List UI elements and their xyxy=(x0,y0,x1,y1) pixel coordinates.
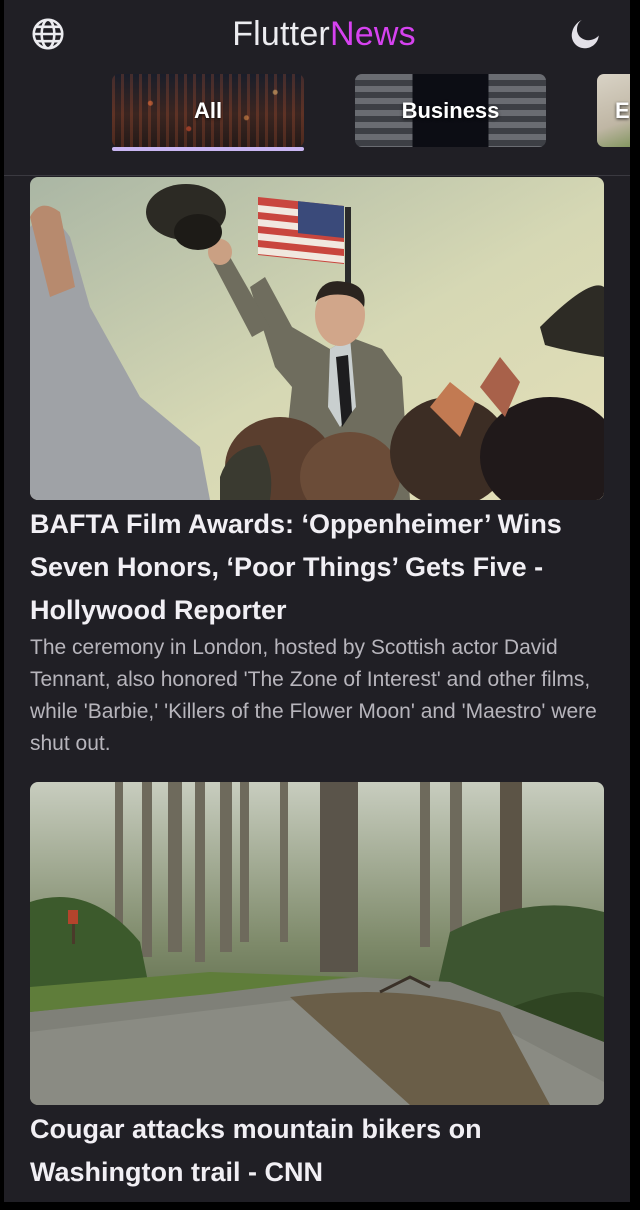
category-tab-all[interactable]: All xyxy=(112,74,304,147)
app-title-part1: Flutter xyxy=(232,15,330,53)
app-bar: FlutterNews xyxy=(4,0,630,68)
category-tab-entertainment[interactable]: E xyxy=(597,74,630,147)
theme-toggle-button[interactable] xyxy=(566,14,606,54)
category-tabs: All Business E xyxy=(4,74,630,154)
news-card[interactable]: BAFTA Film Awards: ‘Oppenheimer’ Wins Se… xyxy=(30,177,604,760)
article-headline[interactable]: Cougar attacks mountain bikers on Washin… xyxy=(30,1108,604,1194)
selected-tab-indicator xyxy=(112,147,304,151)
app-screen: FlutterNews All Business E BAFTA Film Aw… xyxy=(4,0,630,1202)
category-tab-label: E xyxy=(615,97,630,123)
article-summary: The ceremony in London, hosted by Scotti… xyxy=(30,636,597,755)
header-divider xyxy=(4,175,630,176)
article-image xyxy=(30,177,604,500)
article-headline[interactable]: BAFTA Film Awards: ‘Oppenheimer’ Wins Se… xyxy=(30,503,604,632)
news-card[interactable]: Cougar attacks mountain bikers on Washin… xyxy=(30,782,604,1194)
category-tab-label: Business xyxy=(401,97,500,123)
category-tab-label: All xyxy=(193,97,223,123)
theme-toggle-icon xyxy=(571,19,599,49)
app-title-part2: News xyxy=(329,15,416,53)
app-title: FlutterNews xyxy=(4,12,630,56)
category-tab-business[interactable]: Business xyxy=(355,74,546,147)
article-image xyxy=(30,782,604,1105)
